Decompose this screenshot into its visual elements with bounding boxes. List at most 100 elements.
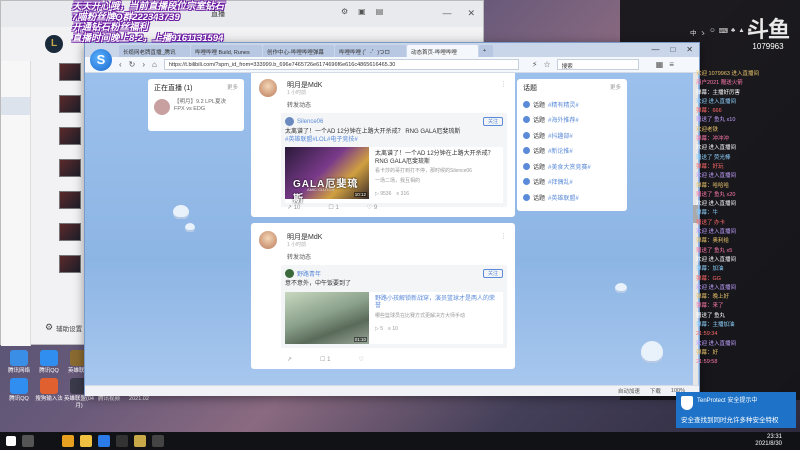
post-time: 1 小时前 (287, 90, 307, 96)
settings-icon[interactable]: ⚙ (341, 7, 348, 16)
list-item-thumbnail[interactable] (59, 255, 81, 273)
topic-item[interactable]: 话题 #精有精灵# (523, 100, 621, 109)
chat-icon[interactable]: ▤ (376, 7, 384, 16)
sidebar-item[interactable] (1, 61, 30, 79)
avatar[interactable] (259, 79, 277, 97)
list-item-thumbnail[interactable] (59, 159, 81, 177)
taskbar-app-icon[interactable] (134, 435, 146, 447)
refresh-icon[interactable]: ↻ (129, 60, 136, 69)
new-tab-button[interactable]: + (479, 45, 493, 57)
security-notification[interactable]: TenProtect 安全提示中 安全查找到同时允许多种安全特权 (676, 392, 796, 428)
chat-message: 弹幕：加油 (696, 266, 724, 273)
comment-button[interactable]: ☐ 1 (328, 204, 338, 211)
close-icon[interactable]: ✕ (467, 8, 475, 19)
sidebar-item[interactable] (1, 115, 30, 133)
browser-logo-icon[interactable]: S (90, 49, 112, 71)
quoted-post[interactable]: Silence06 关注 太离谱了！一个AD 12分钟在上路大开杀戒？ RNG … (281, 113, 507, 207)
avatar (154, 99, 170, 115)
desktop-icon[interactable]: 腾讯QQ (4, 378, 34, 403)
topic-item[interactable]: 话题 #拜偶乱# (523, 177, 621, 186)
game-client-settings-label: 辅助设置 (56, 325, 83, 333)
taskbar-app-icon[interactable] (116, 435, 128, 447)
topic-item[interactable]: 话题 #新论推# (523, 146, 621, 155)
tray-item[interactable]: ゝ (700, 27, 707, 37)
share-button[interactable]: ↗ 10 (287, 204, 300, 211)
sidebar-item[interactable] (1, 79, 30, 97)
tray-item[interactable]: ♣ (731, 27, 735, 37)
follow-button[interactable]: 关注 (482, 269, 503, 278)
gift-icon[interactable]: ▣ (358, 7, 366, 16)
taskbar-app-icon[interactable] (80, 435, 92, 447)
search-input[interactable]: 搜索 (556, 59, 639, 70)
feed-post: 明月是MdK 1 小时前 ⋮ 转发动态 野路青年 关注 意不意外，中午饭要到了 … (251, 223, 515, 369)
taskbar-clock[interactable]: 23:31 2021/8/30 (755, 434, 782, 448)
list-item-thumbnail[interactable] (59, 127, 81, 145)
desktop-icon[interactable]: 搜狗输入法 (34, 378, 64, 403)
live-item[interactable]: 【明月】9.2 LPL夏决 FPX vs EDG (154, 99, 238, 115)
lightning-icon[interactable]: ⚡ (532, 60, 538, 69)
taskbar-app-icon[interactable] (152, 435, 164, 447)
list-item-thumbnail[interactable] (59, 63, 81, 81)
back-icon[interactable]: ‹ (119, 60, 122, 69)
sidebar-item[interactable] (1, 133, 30, 151)
tray-item[interactable]: ☺ (709, 27, 716, 37)
comment-button[interactable]: ☐ 1 (320, 356, 330, 363)
address-bar[interactable]: https://t.bilibili.com/?spm_id_from=3339… (163, 59, 519, 70)
like-button[interactable]: ♡ 9 (367, 204, 377, 211)
game-client-settings-button[interactable]: ⚙ 辅助设置 (45, 322, 82, 333)
close-icon[interactable]: ✕ (686, 45, 693, 54)
follow-button[interactable]: 关注 (482, 117, 503, 126)
windows-start-icon[interactable] (6, 436, 16, 446)
status-item[interactable]: 下载 (650, 387, 661, 395)
browser-tab[interactable]: 长缆网老牌直播_腾讯 (119, 45, 190, 57)
video-thumbnail[interactable]: GALA厄斐琉斯 AMIC CLUTCH 10:12 (285, 147, 369, 205)
video-description: 看卡莎的哥打到打不停，那时候的Silence06 (375, 168, 472, 174)
browser-tab-active[interactable]: 动态首页-哔哩哔哩 (407, 45, 478, 57)
browser-tab[interactable]: 哔哩哔哩 (゜-゜)つロ (335, 45, 406, 57)
topic-item[interactable]: 话题 #海外推荐# (523, 115, 621, 124)
list-item-thumbnail[interactable] (59, 223, 81, 241)
home-icon[interactable]: ⌂ (152, 60, 157, 69)
topic-item[interactable]: 话题 #美食大赏竞赛# (523, 162, 621, 171)
topic-item[interactable]: 话题 #抖趣部# (523, 131, 621, 140)
topic-item[interactable]: 话题 #英雄联盟# (523, 193, 621, 202)
list-item-thumbnail[interactable] (59, 95, 81, 113)
video-title[interactable]: 太离谱了！一个AD 12分钟在上路大开杀戒？ RNG GALA厄斐琉斯 (375, 151, 497, 166)
topics-more-link[interactable]: 更多 (610, 83, 621, 93)
avatar[interactable] (259, 231, 277, 249)
video-title[interactable]: 野路小孩解锁新战穿，演员篮球才是两人的荣誉 (375, 296, 497, 311)
list-item-thumbnail[interactable] (59, 191, 81, 209)
search-icon[interactable] (22, 435, 34, 447)
more-options-icon[interactable]: ⋮ (500, 232, 507, 240)
minimize-icon[interactable]: — (651, 45, 659, 54)
share-button[interactable]: ↗ (287, 356, 292, 363)
menu-icon[interactable]: ≡ (669, 60, 674, 69)
topic-prefix: 话题 (533, 102, 546, 109)
tray-item[interactable]: ⌨ (719, 27, 728, 37)
post-action: 转发动态 (287, 255, 312, 261)
desktop-icon[interactable]: 腾讯网络 (4, 350, 34, 375)
video-card[interactable]: GALA厄斐琉斯 AMIC CLUTCH 10:12 太离谱了！一个AD 12分… (285, 147, 503, 205)
maximize-icon[interactable]: □ (670, 45, 675, 54)
quoted-topic-link[interactable]: #英雄联盟#LOL#电子竞技# (285, 137, 358, 143)
desktop-icon[interactable]: 腾讯QQ (34, 350, 64, 375)
quoted-post[interactable]: 野路青年 关注 意不意外，中午饭要到了 01:10 野路小孩解锁新战穿，演员篮球… (281, 265, 507, 348)
tray-item[interactable]: 中 (690, 27, 697, 37)
minimize-icon[interactable]: — (442, 8, 451, 19)
star-icon[interactable]: ☆ (544, 60, 551, 69)
browser-tab[interactable]: 哔哩哔哩 Build, Runes (191, 45, 262, 57)
more-options-icon[interactable]: ⋮ (500, 80, 507, 88)
taskbar-app-icon[interactable] (98, 435, 110, 447)
quoted-username[interactable]: 野路青年 (297, 269, 321, 278)
live-card-more-link[interactable]: 更多 (227, 83, 238, 93)
status-item[interactable]: 自动加速 (618, 387, 640, 395)
taskbar-app-icon[interactable] (62, 435, 74, 447)
browser-tab[interactable]: 创作中心-哔哩哔哩弹幕 (263, 45, 334, 57)
video-thumbnail[interactable]: 01:10 (285, 291, 369, 344)
quoted-username[interactable]: Silence06 (297, 119, 323, 125)
extensions-icon[interactable]: ▦ (656, 60, 664, 69)
like-button[interactable]: ♡ (358, 356, 363, 363)
sidebar-item-active[interactable] (1, 97, 30, 115)
forward-icon[interactable]: › (142, 60, 145, 69)
video-card[interactable]: 01:10 野路小孩解锁新战穿，演员篮球才是两人的荣誉 哪些篮球员在比赛方式更解… (285, 291, 503, 344)
